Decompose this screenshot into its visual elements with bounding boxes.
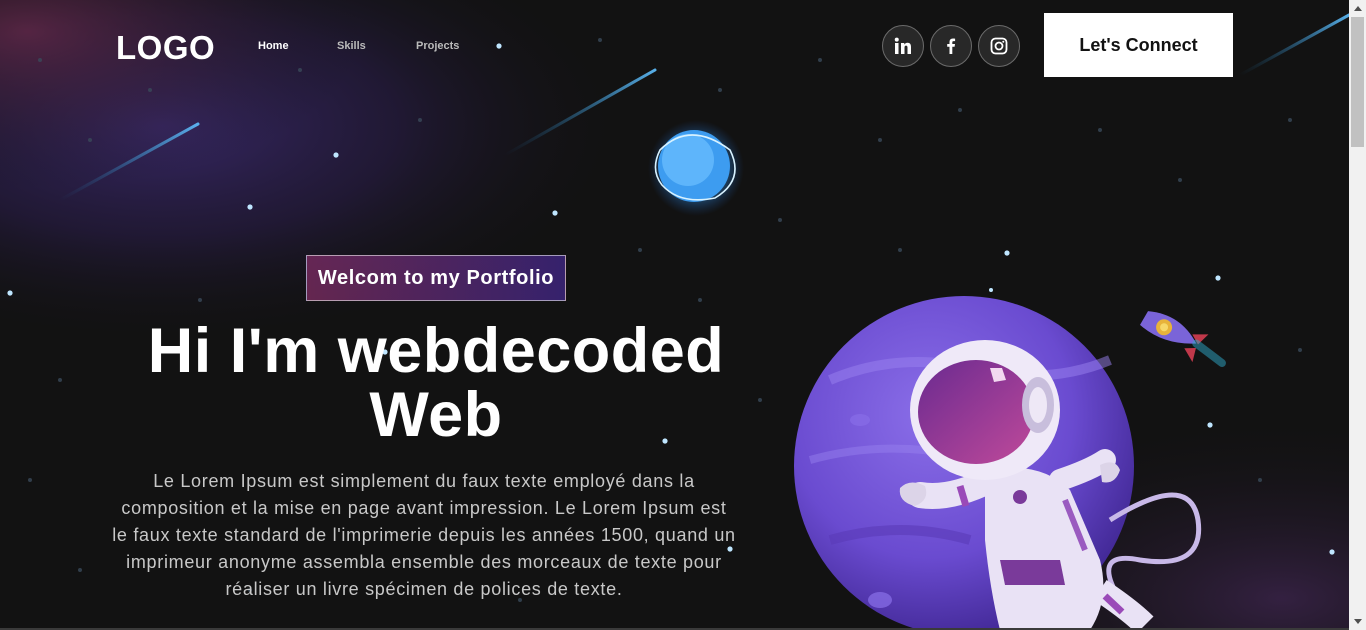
- facebook-icon: [947, 38, 956, 54]
- scrollbar-thumb[interactable]: [1351, 17, 1364, 147]
- hero-headline: Hi I'm webdecoded Web: [100, 319, 772, 447]
- intro-paragraph: Le Lorem Ipsum est simplement du faux te…: [112, 471, 736, 599]
- scroll-up-arrow-icon[interactable]: [1349, 0, 1366, 17]
- instagram-icon: [990, 37, 1008, 55]
- lets-connect-button[interactable]: Let's Connect: [1044, 13, 1233, 77]
- facebook-link[interactable]: [930, 25, 972, 67]
- welcome-tagline: Welcom to my Portfolio: [306, 255, 566, 301]
- linkedin-link[interactable]: [882, 25, 924, 67]
- headline-line-2: Web: [369, 380, 503, 450]
- instagram-link[interactable]: [978, 25, 1020, 67]
- top-navbar: LOGO Home Skills Projects Let's Connect: [0, 0, 1349, 92]
- site-logo[interactable]: LOGO: [116, 29, 215, 67]
- headline-line-1: Hi I'm webdecoded: [147, 316, 725, 386]
- linkedin-icon: [894, 37, 911, 54]
- blue-planet-illustration: [648, 120, 744, 216]
- nav-link-home[interactable]: Home: [258, 40, 289, 52]
- nav-link-skills[interactable]: Skills: [337, 40, 366, 52]
- page-scrollbar[interactable]: [1349, 0, 1366, 630]
- nav-link-projects[interactable]: Projects: [416, 40, 459, 52]
- rocket-illustration: [1140, 311, 1226, 367]
- scroll-down-arrow-icon[interactable]: [1349, 613, 1366, 630]
